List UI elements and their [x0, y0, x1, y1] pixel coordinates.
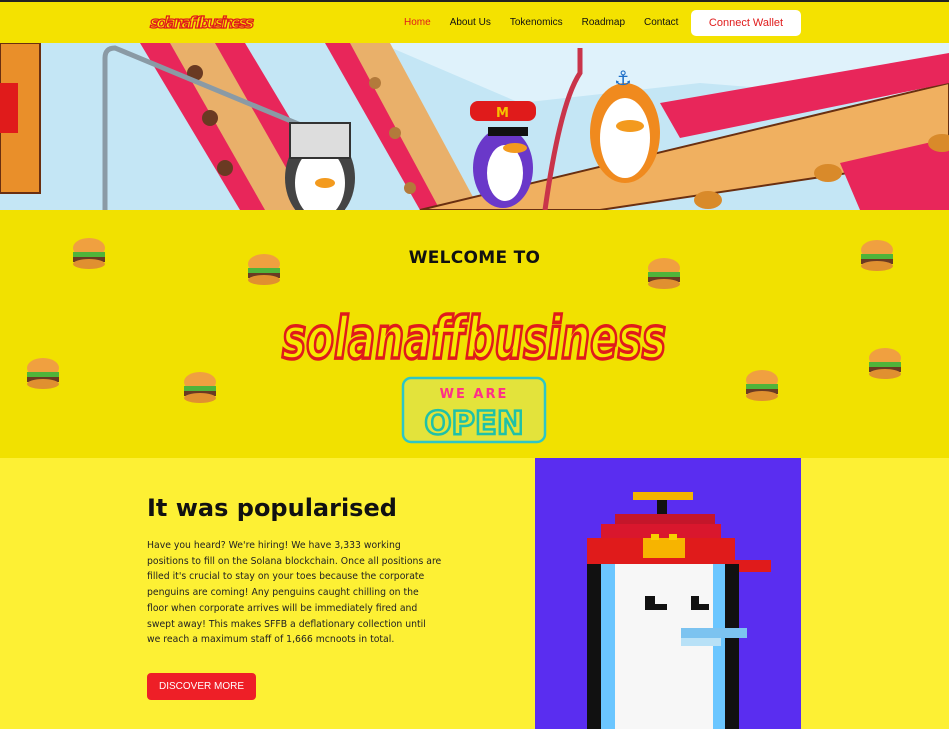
- svg-text:⚓: ⚓: [614, 66, 632, 90]
- svg-text:M: M: [496, 106, 509, 121]
- discover-more-button[interactable]: DISCOVER MORE: [147, 673, 256, 700]
- svg-text:OPEN: OPEN: [424, 404, 523, 442]
- logo[interactable]: solanaffbusiness: [148, 9, 256, 35]
- svg-text:WE ARE: WE ARE: [440, 387, 509, 402]
- brand-logo: solanaffbusiness: [280, 302, 668, 374]
- about-title: It was popularised: [147, 494, 397, 522]
- burger-icon: [648, 258, 680, 289]
- burger-icon: [746, 370, 778, 401]
- welcome-section: WELCOME TO solanaffbusiness WE ARE OPEN: [0, 210, 949, 458]
- pixel-penguin-image: [535, 458, 801, 729]
- navbar: solanaffbusiness Home About Us Tokenomic…: [0, 2, 949, 43]
- open-sign: WE ARE OPEN: [401, 376, 547, 444]
- burger-icon: [184, 372, 216, 403]
- connect-wallet-button[interactable]: Connect Wallet: [691, 10, 801, 36]
- svg-text:solanaffbusiness: solanaffbusiness: [282, 304, 666, 372]
- burger-icon: [861, 240, 893, 271]
- svg-text:solanaffbusiness: solanaffbusiness: [150, 13, 254, 32]
- nav-home[interactable]: Home: [404, 17, 431, 28]
- burger-icon: [869, 348, 901, 379]
- about-section: It was popularised Have you heard? We're…: [0, 458, 949, 729]
- about-text: Have you heard? We're hiring! We have 3,…: [147, 540, 442, 646]
- nav-contact[interactable]: Contact: [644, 17, 678, 28]
- burger-icon: [248, 254, 280, 285]
- burger-icon: [27, 358, 59, 389]
- nav-tokenomics[interactable]: Tokenomics: [510, 17, 563, 28]
- nav-links: Home About Us Tokenomics Roadmap Contact: [404, 2, 697, 43]
- hero-banner: M ⚓: [0, 43, 949, 210]
- burger-icon: [73, 238, 105, 269]
- factory-illustration: M ⚓: [0, 43, 949, 210]
- nav-roadmap[interactable]: Roadmap: [582, 17, 625, 28]
- welcome-title: WELCOME TO: [408, 248, 541, 268]
- nav-about-us[interactable]: About Us: [450, 17, 491, 28]
